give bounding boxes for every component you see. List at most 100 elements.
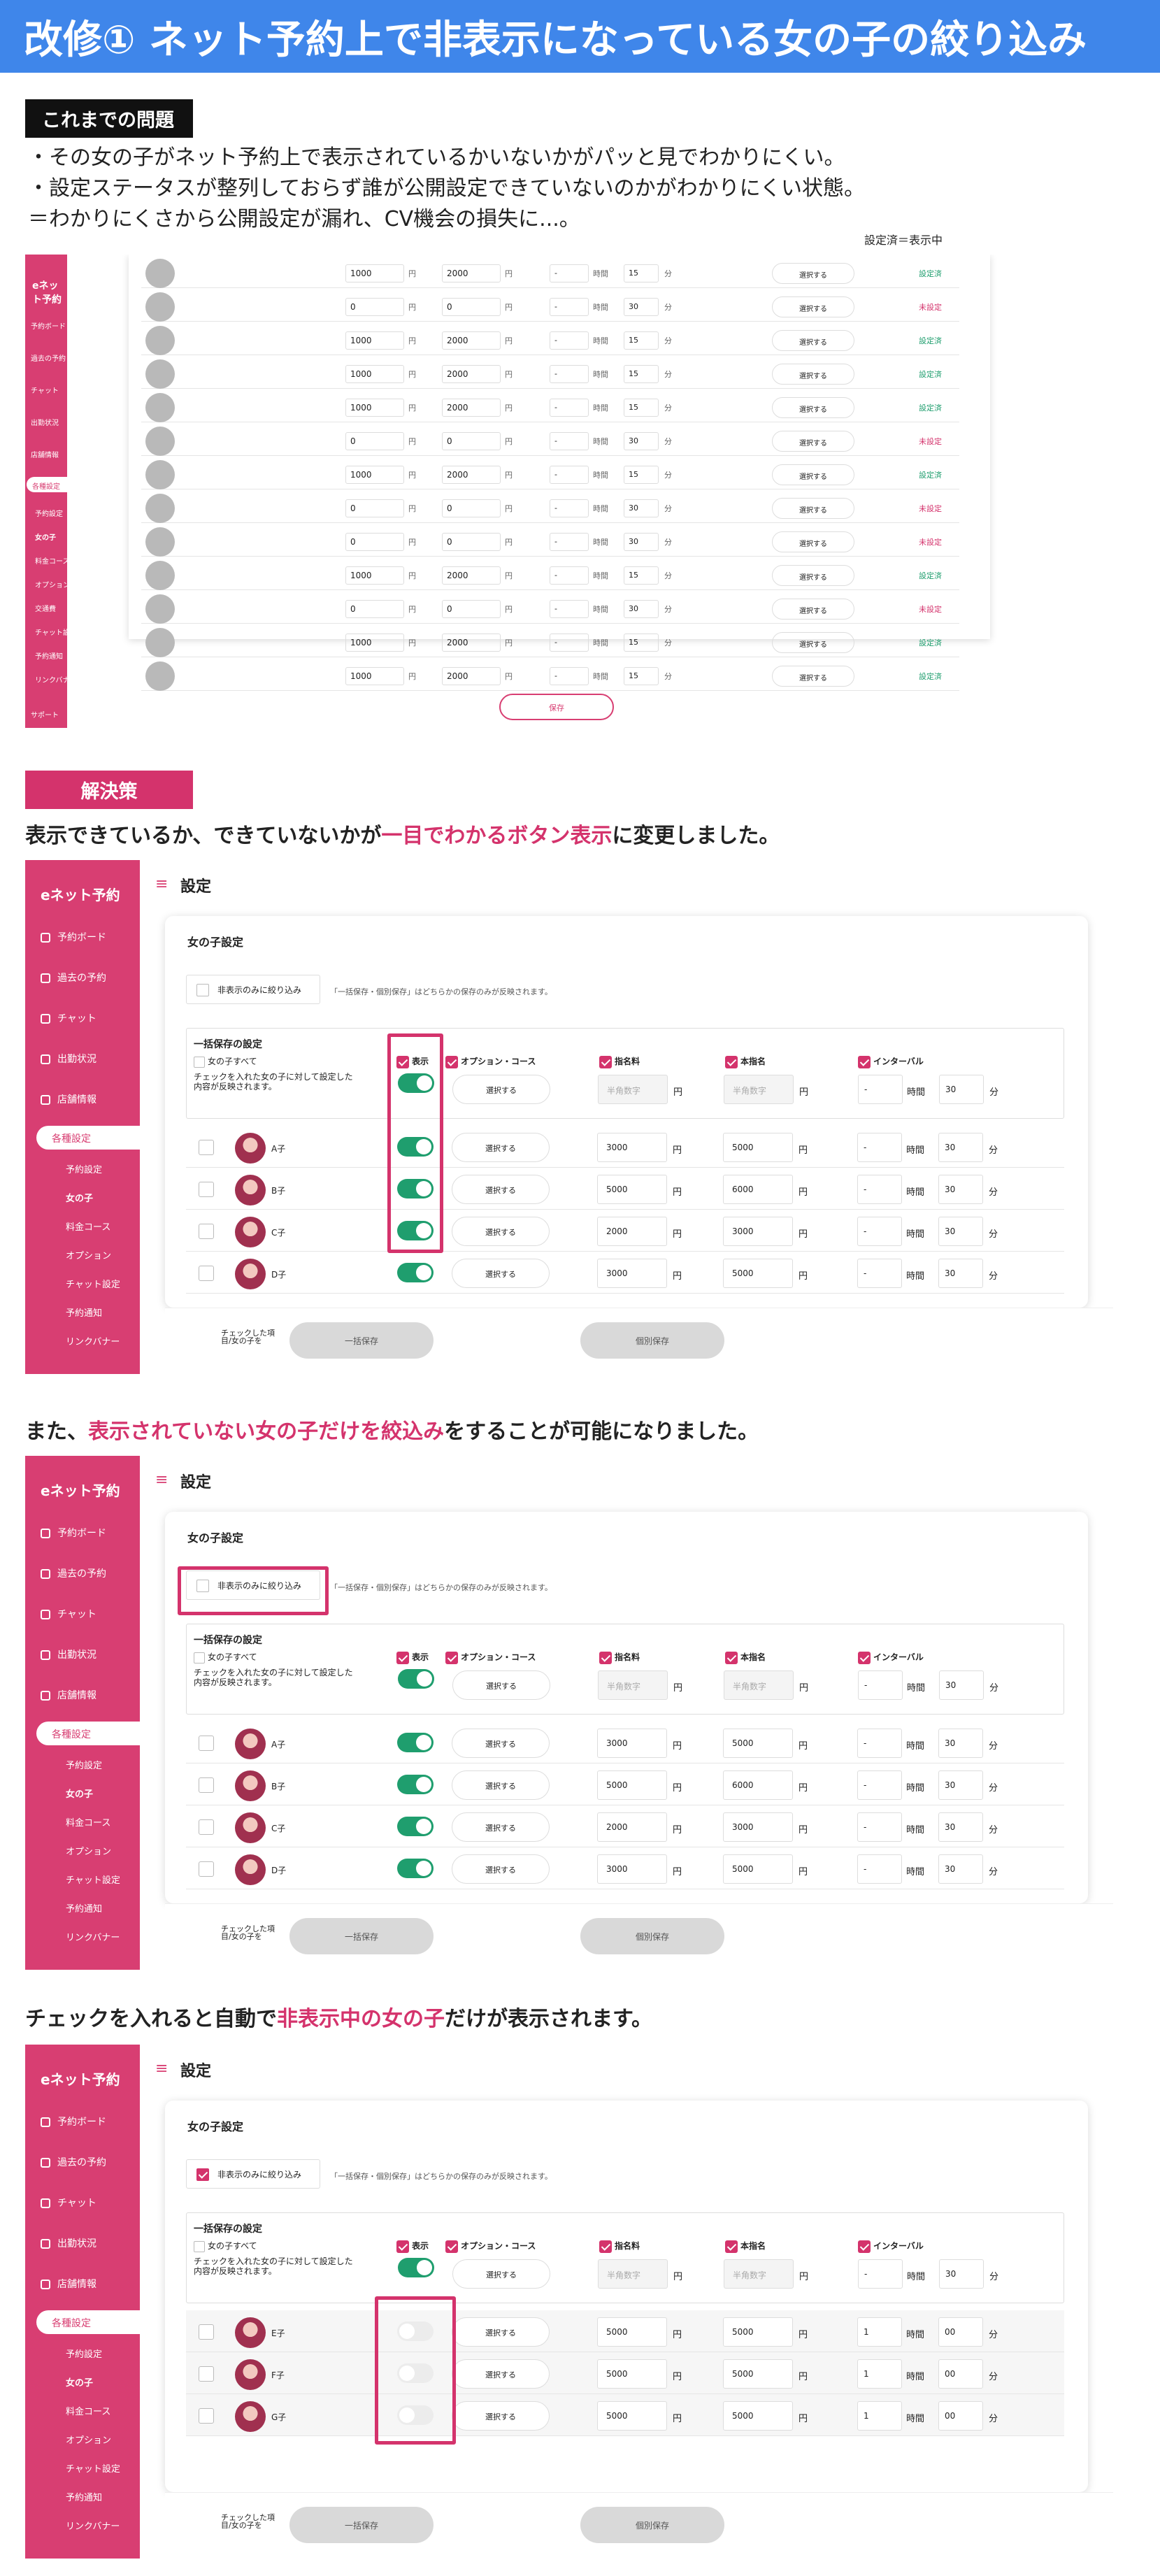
row-checkbox[interactable] — [199, 1224, 214, 1239]
display-toggle[interactable] — [397, 1775, 434, 1794]
sidebar-subitem[interactable]: オプション — [66, 2433, 111, 2446]
old-fee-input[interactable]: 0 — [345, 600, 404, 618]
old-select-button[interactable]: 選択する — [772, 431, 854, 452]
header-checkbox[interactable] — [445, 1651, 458, 1664]
filter-checkbox[interactable] — [196, 984, 209, 996]
hour-select[interactable]: 1 — [857, 2359, 902, 2389]
fee-input[interactable]: 2000 — [597, 1217, 667, 1246]
sidebar-subitem[interactable]: 予約通知 — [66, 2490, 102, 2503]
old-submenu-item[interactable]: 女の子 — [35, 531, 56, 542]
hamburger-icon[interactable]: ≡ — [155, 2060, 168, 2077]
hour-select[interactable]: - — [857, 1812, 902, 1842]
bulk-display-toggle[interactable] — [398, 1669, 434, 1689]
hour-select[interactable]: 1 — [857, 2317, 902, 2347]
old-select-button[interactable]: 選択する — [772, 263, 854, 284]
old-honshimei-input[interactable]: 2000 — [442, 264, 501, 282]
old-hour-select[interactable]: - — [550, 499, 589, 517]
column-header[interactable]: オプション・コース — [445, 2240, 536, 2253]
minute-select[interactable]: 30 — [938, 1217, 983, 1246]
sidebar-subitem[interactable]: リンクバナー — [66, 1334, 120, 1347]
old-hour-select[interactable]: - — [550, 298, 589, 316]
header-checkbox[interactable] — [858, 2240, 871, 2253]
minute-select[interactable]: 30 — [938, 1854, 983, 1884]
header-checkbox[interactable] — [725, 1055, 738, 1068]
minute-select[interactable]: 30 — [938, 1770, 983, 1800]
honshimei-input[interactable]: 5000 — [723, 2317, 793, 2347]
sidebar-subitem[interactable]: オプション — [66, 1844, 111, 1857]
sidebar-item[interactable]: 店舗情報 — [41, 2277, 96, 2291]
old-minute-select[interactable]: 15 — [624, 264, 659, 282]
option-select-button[interactable]: 選択する — [452, 1217, 550, 1246]
fee-input[interactable]: 5000 — [597, 2401, 667, 2431]
old-minute-select[interactable]: 30 — [624, 432, 659, 450]
old-honshimei-input[interactable]: 2000 — [442, 667, 501, 685]
fee-input[interactable]: 5000 — [597, 2359, 667, 2389]
minute-select[interactable]: 30 — [938, 1133, 983, 1162]
sidebar-item[interactable]: 店舗情報 — [41, 1688, 96, 1702]
old-fee-input[interactable]: 0 — [345, 432, 404, 450]
old-honshimei-input[interactable]: 2000 — [442, 566, 501, 585]
option-select-button[interactable]: 選択する — [452, 2401, 550, 2431]
hour-select[interactable]: - — [857, 1854, 902, 1884]
column-header[interactable]: オプション・コース — [445, 1055, 536, 1068]
sidebar-item-active[interactable]: 各種設定 — [36, 1126, 140, 1150]
sidebar-item[interactable]: 予約ボード — [41, 2115, 106, 2128]
old-menu-item[interactable]: 店舗情報 — [31, 449, 59, 459]
old-select-button[interactable]: 選択する — [772, 397, 854, 418]
bulk-save-button[interactable]: 一括保存 — [289, 2507, 434, 2543]
hour-select[interactable]: - — [857, 1133, 902, 1162]
old-minute-select[interactable]: 30 — [624, 533, 659, 551]
honshimei-input[interactable]: 3000 — [723, 1812, 793, 1842]
honshimei-input[interactable]: 5000 — [723, 1133, 793, 1162]
old-submenu-item[interactable]: 交通費 — [35, 603, 56, 613]
sidebar-subitem[interactable]: リンクバナー — [66, 1930, 120, 1943]
row-checkbox[interactable] — [199, 1819, 214, 1835]
old-honshimei-input[interactable]: 2000 — [442, 466, 501, 484]
fee-input[interactable]: 3000 — [597, 1729, 667, 1758]
sidebar-subitem[interactable]: 料金コース — [66, 1219, 110, 1233]
sidebar-subitem[interactable]: 女の子 — [66, 2375, 93, 2389]
column-header[interactable]: オプション・コース — [445, 1651, 536, 1664]
individual-save-button[interactable]: 個別保存 — [580, 1322, 724, 1359]
old-hour-select[interactable]: - — [550, 331, 589, 350]
old-honshimei-input[interactable]: 0 — [442, 499, 501, 517]
old-honshimei-input[interactable]: 2000 — [442, 634, 501, 652]
sidebar-subitem[interactable]: リンクバナー — [66, 2519, 120, 2532]
sidebar-subitem[interactable]: 予約設定 — [66, 1162, 102, 1175]
old-select-button[interactable]: 選択する — [772, 531, 854, 552]
minute-select[interactable]: 30 — [938, 1175, 983, 1204]
sidebar-item[interactable]: 予約ボード — [41, 1526, 106, 1540]
fee-input[interactable]: 3000 — [597, 1259, 667, 1288]
old-hour-select[interactable]: - — [550, 600, 589, 618]
individual-save-button[interactable]: 個別保存 — [580, 2507, 724, 2543]
header-checkbox[interactable] — [858, 1651, 871, 1664]
old-honshimei-input[interactable]: 2000 — [442, 365, 501, 383]
display-toggle[interactable] — [397, 1817, 434, 1836]
honshimei-input[interactable]: 5000 — [723, 1729, 793, 1758]
old-menu-item[interactable]: 予約ボード — [31, 320, 66, 331]
column-header[interactable]: 指名料 — [599, 1055, 640, 1068]
old-hour-select[interactable]: - — [550, 533, 589, 551]
fee-input[interactable]: 5000 — [597, 1770, 667, 1800]
old-honshimei-input[interactable]: 0 — [442, 432, 501, 450]
column-header[interactable]: 本指名 — [725, 2240, 766, 2253]
honshimei-input[interactable]: 3000 — [723, 1217, 793, 1246]
old-menu-item[interactable]: 過去の予約 — [31, 352, 66, 363]
old-select-button[interactable]: 選択する — [772, 498, 854, 519]
honshimei-input[interactable]: 5000 — [723, 2359, 793, 2389]
old-fee-input[interactable]: 1000 — [345, 331, 404, 350]
old-submenu-item[interactable]: オプション — [35, 579, 70, 589]
old-submenu-item[interactable]: 予約設定 — [35, 508, 63, 518]
bulk-select-button[interactable]: 選択する — [452, 2259, 550, 2289]
old-fee-input[interactable]: 0 — [345, 533, 404, 551]
old-menu-support[interactable]: サポート — [31, 709, 59, 720]
old-hour-select[interactable]: - — [550, 365, 589, 383]
option-select-button[interactable]: 選択する — [452, 1175, 550, 1204]
hour-select[interactable]: - — [857, 1729, 902, 1758]
column-header[interactable]: 指名料 — [599, 2240, 640, 2253]
old-honshimei-input[interactable]: 2000 — [442, 399, 501, 417]
row-checkbox[interactable] — [199, 1777, 214, 1793]
column-header[interactable]: 本指名 — [725, 1055, 766, 1068]
sidebar-subitem[interactable]: 女の子 — [66, 1191, 93, 1204]
old-hour-select[interactable]: - — [550, 667, 589, 685]
